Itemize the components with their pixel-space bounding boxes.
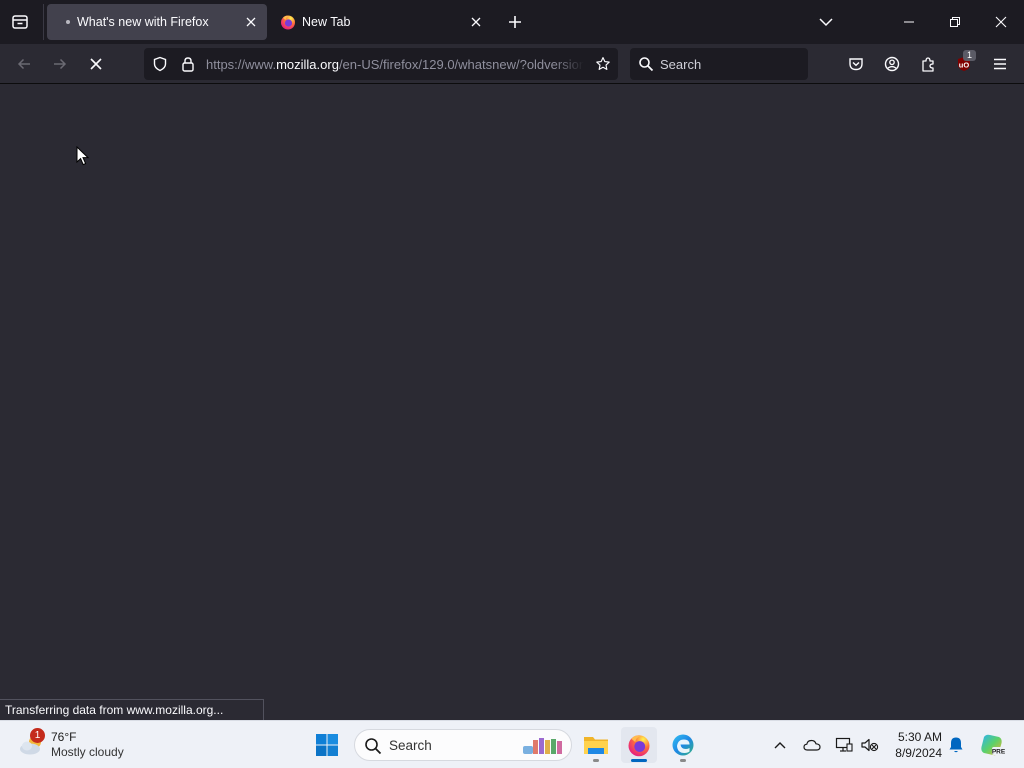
onedrive-tray-button[interactable] <box>802 735 822 755</box>
tab-title: New Tab <box>302 15 351 29</box>
running-indicator <box>593 759 599 762</box>
search-highlight-art-icon <box>523 738 562 754</box>
taskbar-firefox[interactable] <box>621 727 657 763</box>
mouse-pointer-icon <box>76 146 90 166</box>
svg-text:uO: uO <box>959 60 970 69</box>
page-content-area[interactable] <box>0 85 1024 721</box>
url-text[interactable]: https://www.mozilla.org/en-US/firefox/12… <box>206 57 584 72</box>
taskbar-search-placeholder: Search <box>389 738 432 753</box>
volume-tray-button[interactable] <box>860 735 880 755</box>
clock-date: 8/9/2024 <box>895 746 942 760</box>
clock[interactable]: 5:30 AM 8/9/2024 <box>884 729 942 761</box>
firefox-view-icon <box>12 15 28 29</box>
close-icon <box>246 17 256 27</box>
url-path: /en-US/firefox/129.0/whatsnew/?oldversio… <box>338 57 584 72</box>
extensions-button[interactable] <box>916 52 940 76</box>
clock-time: 5:30 AM <box>897 730 942 744</box>
pocket-icon <box>849 58 863 71</box>
copilot-pre-icon: PRE <box>981 734 1005 756</box>
running-indicator <box>631 759 647 762</box>
firefox-icon <box>281 15 295 30</box>
copilot-button[interactable]: PRE <box>974 727 1010 763</box>
bookmark-star-icon[interactable] <box>595 56 611 72</box>
restore-button[interactable] <box>932 0 978 44</box>
weather-condition: Mostly cloudy <box>51 745 124 759</box>
firefox-icon <box>628 735 650 757</box>
speaker-muted-icon <box>861 738 879 752</box>
forward-button[interactable] <box>48 52 72 76</box>
cloud-icon <box>803 739 821 751</box>
taskbar-file-explorer[interactable] <box>578 727 614 763</box>
svg-text:PRE: PRE <box>992 749 1005 756</box>
network-monitor-icon <box>835 737 853 752</box>
search-icon <box>365 738 382 755</box>
stop-icon <box>90 58 102 70</box>
chevron-down-icon <box>819 18 833 27</box>
show-hidden-icons-button[interactable] <box>770 735 790 755</box>
arrow-right-icon <box>54 58 67 70</box>
status-panel: Transferring data from www.mozilla.org..… <box>0 699 264 721</box>
minimize-button[interactable] <box>886 0 932 44</box>
tab-close-button[interactable] <box>468 14 484 30</box>
window-close-button[interactable] <box>978 0 1024 44</box>
new-tab-button[interactable] <box>503 10 527 34</box>
lock-icon[interactable] <box>180 56 196 72</box>
tab-whats-new[interactable]: What's new with Firefox <box>47 4 267 40</box>
weather-alert-badge: 1 <box>30 728 45 743</box>
edge-icon <box>672 734 694 756</box>
taskbar: 1 76°F Mostly cloudy Search 5:30 AM 8/9/… <box>0 720 1024 768</box>
tab-close-button[interactable] <box>243 14 259 30</box>
network-tray-button[interactable] <box>834 735 854 755</box>
windows-logo-icon <box>316 734 338 756</box>
plus-icon <box>509 16 521 28</box>
search-bar[interactable]: Search <box>630 48 808 80</box>
navigation-toolbar: https://www.mozilla.org/en-US/firefox/12… <box>0 44 1024 84</box>
close-icon <box>995 16 1007 28</box>
tab-strip: What's new with Firefox New Tab <box>0 0 1024 44</box>
close-icon <box>471 17 481 27</box>
extension-count-badge: 1 <box>963 50 976 61</box>
running-indicator <box>680 759 686 762</box>
start-button[interactable] <box>309 727 345 763</box>
account-icon <box>884 56 900 72</box>
url-host: mozilla.org <box>276 57 339 72</box>
tracking-protection-shield-icon[interactable] <box>152 56 168 72</box>
taskbar-edge[interactable] <box>665 727 701 763</box>
restore-icon <box>950 17 960 27</box>
back-button[interactable] <box>12 52 36 76</box>
taskbar-search-box[interactable]: Search <box>354 729 572 761</box>
folder-icon <box>584 737 608 754</box>
search-placeholder: Search <box>660 57 702 72</box>
chevron-up-icon <box>774 742 786 749</box>
loading-indicator-icon <box>66 20 70 24</box>
account-button[interactable] <box>880 52 904 76</box>
tab-separator <box>43 4 44 40</box>
arrow-left-icon <box>17 58 30 70</box>
minimize-icon <box>904 21 914 23</box>
tab-title: What's new with Firefox <box>77 15 209 29</box>
pocket-button[interactable] <box>844 52 868 76</box>
app-menu-button[interactable] <box>988 52 1012 76</box>
hamburger-menu-icon <box>994 58 1006 70</box>
notifications-button[interactable] <box>946 735 966 755</box>
firefox-view-button[interactable] <box>6 10 34 34</box>
puzzle-piece-icon <box>922 57 934 72</box>
stop-loading-button[interactable] <box>84 52 108 76</box>
weather-temperature: 76°F <box>51 730 77 744</box>
search-icon <box>639 57 654 72</box>
url-scheme: https://www. <box>206 57 277 72</box>
weather-widget[interactable]: 1 76°F Mostly cloudy <box>14 727 144 763</box>
bell-icon <box>949 737 963 753</box>
tab-new-tab[interactable]: New Tab <box>272 4 492 40</box>
list-all-tabs-button[interactable] <box>814 10 838 34</box>
address-bar[interactable]: https://www.mozilla.org/en-US/firefox/12… <box>144 48 618 80</box>
